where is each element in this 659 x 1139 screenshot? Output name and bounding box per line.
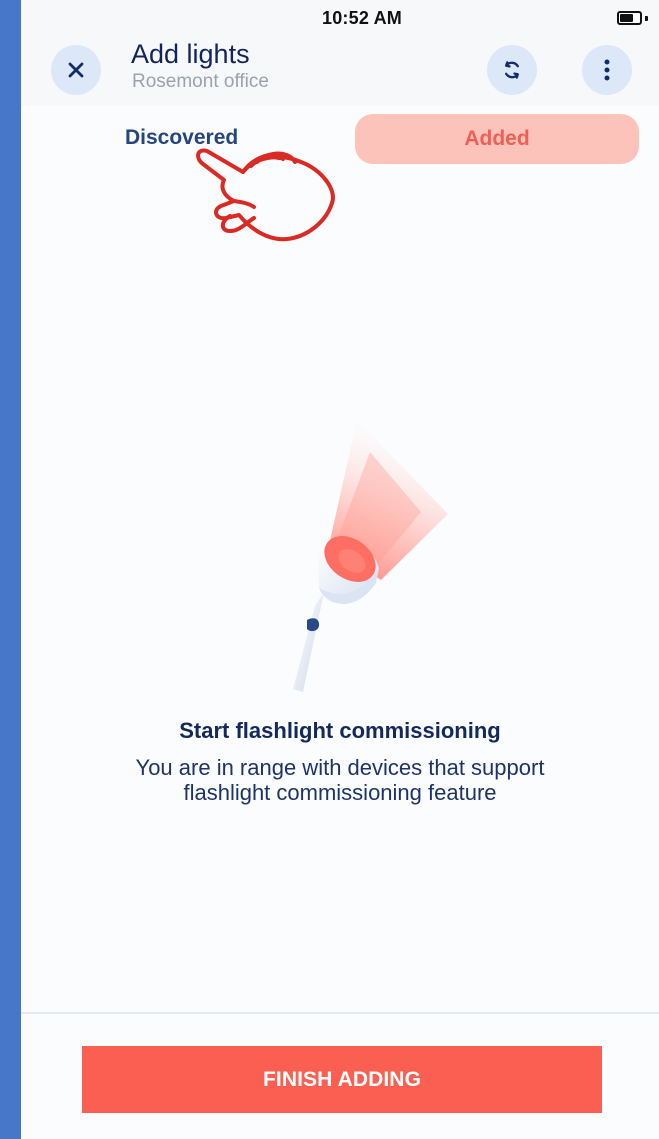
more-vertical-icon [604, 59, 610, 81]
left-edge-strip [0, 0, 21, 1139]
close-icon [68, 62, 84, 78]
finish-adding-button[interactable]: FINISH ADDING [82, 1046, 602, 1113]
content-description: You are in range with devices that suppo… [135, 755, 545, 805]
more-options-button[interactable] [582, 45, 632, 95]
status-time: 10:52 AM [322, 8, 402, 28]
content-heading: Start flashlight commissioning [179, 718, 501, 743]
sync-button[interactable] [487, 45, 537, 95]
phone-screen: 10:52 AM Add lights Rosemont office Disc… [21, 0, 659, 1139]
close-button[interactable] [51, 45, 101, 95]
page-title: Add lights [131, 39, 250, 69]
footer-divider [21, 1012, 659, 1014]
page-subtitle: Rosemont office [132, 71, 269, 92]
pointing-hand-icon [196, 148, 335, 242]
tab-added[interactable]: Added [355, 114, 639, 164]
battery-tip [645, 16, 648, 21]
sync-icon [505, 61, 519, 79]
battery-icon [617, 11, 642, 25]
flashlight-illustration [293, 420, 448, 692]
battery-level [620, 14, 633, 22]
